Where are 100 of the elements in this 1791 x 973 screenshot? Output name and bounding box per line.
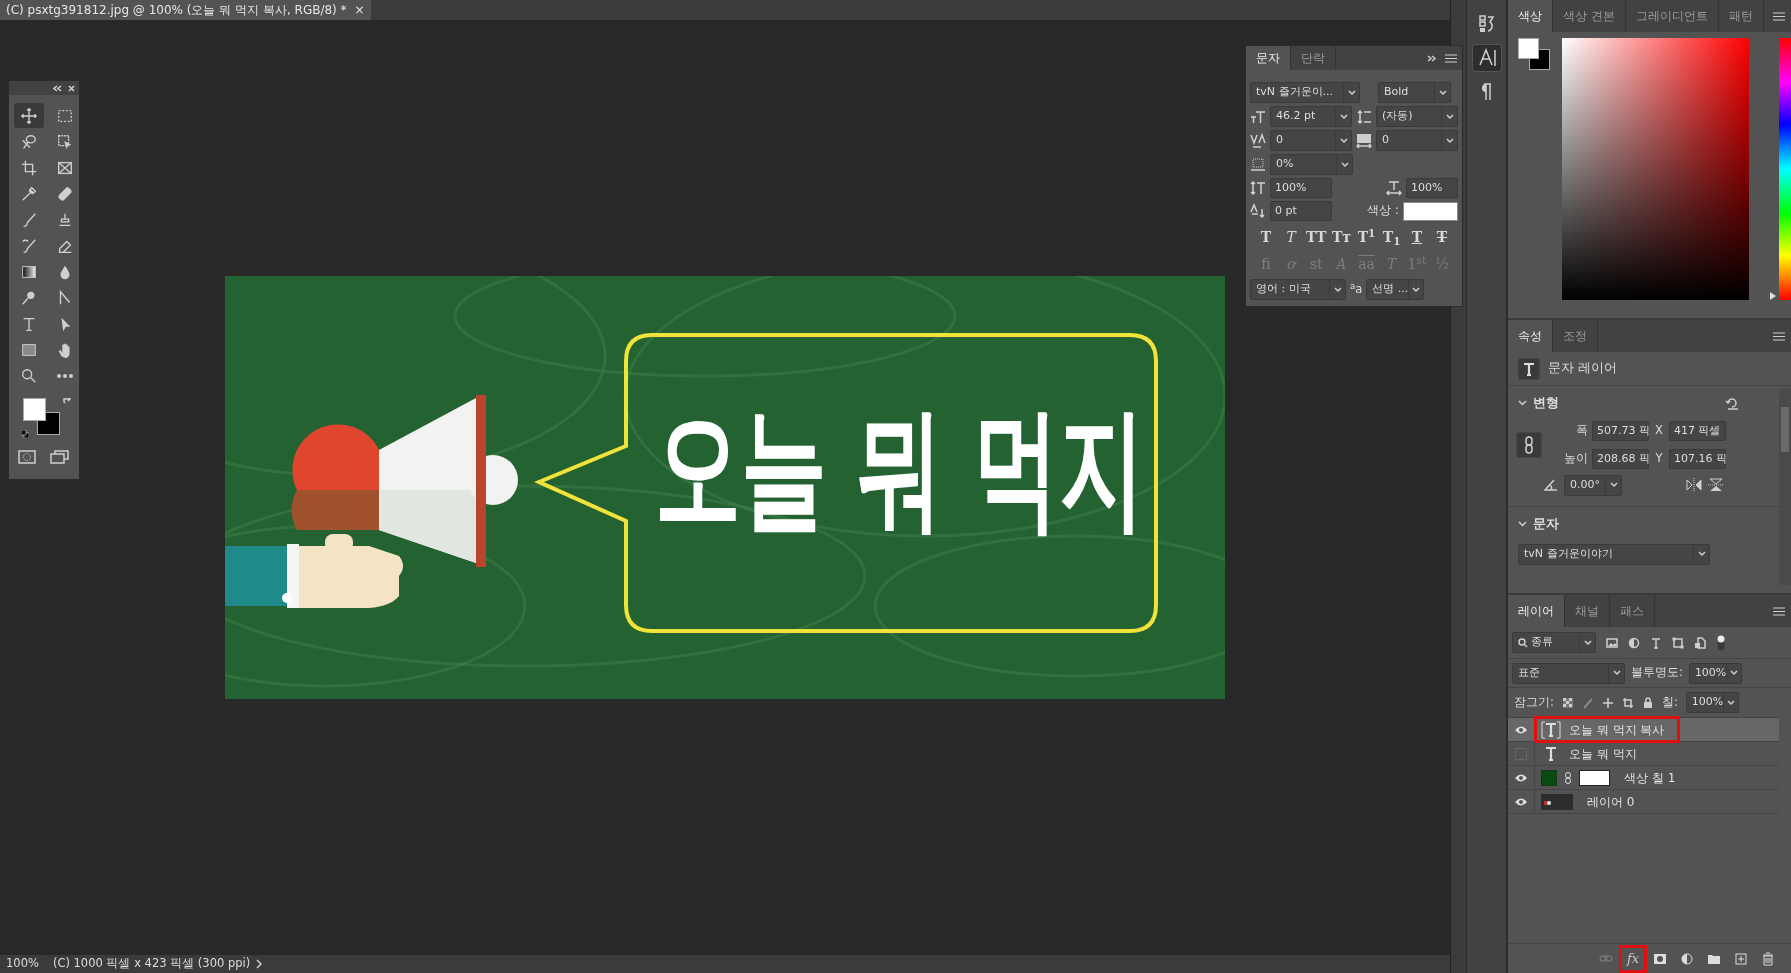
angle-dropdown[interactable]: 0.00° bbox=[1564, 474, 1622, 496]
eye-icon[interactable] bbox=[1514, 796, 1528, 807]
field-label: 높이 bbox=[1563, 450, 1589, 468]
vertical-scale-field[interactable]: 100% bbox=[1270, 178, 1332, 198]
field-label: 폭 bbox=[1575, 422, 1589, 440]
transparency-lock-icon[interactable] bbox=[1561, 696, 1574, 709]
section-title: 문자 bbox=[1533, 514, 1559, 533]
height-field[interactable]: 208.68 픽 bbox=[1592, 448, 1649, 469]
panel-tab[interactable]: 색상 견본 bbox=[1553, 0, 1626, 32]
panel-tab[interactable]: 문자 bbox=[1246, 46, 1291, 70]
close-button[interactable]: × bbox=[354, 1, 365, 19]
horizontal-scale-field[interactable]: 100% bbox=[1406, 178, 1458, 198]
style-button[interactable]: T bbox=[1254, 226, 1278, 248]
chevron-icon[interactable] bbox=[1518, 400, 1527, 407]
fill-dropdown[interactable]: 100% bbox=[1685, 692, 1739, 713]
style-button[interactable]: Tᴛ bbox=[1329, 226, 1354, 248]
color-swatch[interactable] bbox=[1403, 201, 1458, 221]
quick-mask-icon[interactable] bbox=[18, 450, 36, 464]
width-field[interactable]: 507.73 픽 bbox=[1592, 420, 1649, 441]
font-size-dropdown[interactable]: 46.2 pt bbox=[1270, 106, 1352, 127]
caret-icon bbox=[1583, 639, 1592, 646]
language-dropdown[interactable]: 영어 : 미국 bbox=[1250, 279, 1346, 300]
fx-button[interactable]: fx bbox=[1622, 947, 1644, 970]
panel-tab[interactable]: 조정 bbox=[1553, 320, 1598, 352]
document-tab[interactable]: (C) psxtg391812.jpg @ 100% (오늘 뭐 먹지 복사, RGB/8) * × bbox=[0, 0, 371, 20]
leading-icon bbox=[1356, 108, 1372, 125]
tracking-dropdown[interactable]: 0 bbox=[1376, 130, 1458, 151]
filter-dropdown[interactable]: 종류 bbox=[1512, 632, 1596, 653]
color-swatches-drawing[interactable] bbox=[1518, 38, 1550, 70]
style-button[interactable]: TT bbox=[1304, 226, 1329, 248]
chevron-icon[interactable] bbox=[256, 959, 263, 969]
layer-row[interactable]: 오늘 뭐 먹지 bbox=[1508, 742, 1779, 766]
color-swatches-drawing[interactable] bbox=[23, 398, 60, 435]
image-filter-icon[interactable] bbox=[1606, 636, 1618, 649]
expand-icon[interactable] bbox=[1427, 54, 1437, 62]
layer-name: 색상 칠 1 bbox=[1624, 769, 1676, 787]
link-icon[interactable] bbox=[1516, 431, 1542, 458]
layer-thumbnail bbox=[1541, 793, 1573, 810]
font-style-dropdown[interactable]: Bold bbox=[1378, 82, 1451, 103]
panel-tab[interactable]: 채널 bbox=[1565, 595, 1610, 627]
panel-tab[interactable]: 패스 bbox=[1610, 595, 1655, 627]
move-lock-icon[interactable] bbox=[1601, 696, 1614, 709]
type-filter-icon[interactable] bbox=[1650, 636, 1662, 649]
panel-tab[interactable]: 레이어 bbox=[1508, 595, 1565, 627]
baseline-shift-field[interactable]: 0 pt bbox=[1270, 201, 1332, 221]
tsume-dropdown[interactable]: 0% bbox=[1270, 154, 1353, 175]
eyedropper-icon bbox=[20, 184, 38, 203]
style-button[interactable]: T$^{1}$ bbox=[1354, 226, 1379, 248]
panel-tab[interactable]: 단락 bbox=[1291, 46, 1336, 70]
hue-slider[interactable] bbox=[1767, 38, 1791, 300]
panel-tab[interactable]: 패턴 bbox=[1718, 0, 1764, 32]
y-field[interactable]: 107.16 픽 bbox=[1669, 448, 1726, 469]
caret-icon bbox=[1730, 670, 1739, 676]
artboard-lock-icon[interactable] bbox=[1621, 696, 1634, 709]
opacity-dropdown[interactable]: 100% bbox=[1688, 662, 1742, 684]
style-button[interactable]: T bbox=[1430, 226, 1454, 248]
tool-button[interactable] bbox=[14, 103, 44, 128]
text-layer-icon bbox=[1541, 720, 1561, 739]
x-field[interactable]: 417 픽셀 bbox=[1669, 420, 1726, 441]
scrollbar[interactable] bbox=[1779, 389, 1791, 585]
selection-icon bbox=[56, 132, 74, 151]
leading-dropdown[interactable]: (자동) bbox=[1376, 106, 1458, 127]
kerning-dropdown[interactable]: 0 bbox=[1270, 130, 1352, 151]
style-button[interactable]: T$_{1}$ bbox=[1379, 226, 1404, 248]
panel-tab[interactable]: 속성 bbox=[1508, 320, 1553, 352]
close-icon[interactable] bbox=[68, 84, 75, 92]
font-dropdown[interactable]: tvN 즐거운이야기 bbox=[1518, 543, 1710, 565]
mask-icon bbox=[1653, 951, 1667, 966]
layer-row[interactable]: 오늘 뭐 먹지 복사 bbox=[1508, 718, 1779, 742]
flip-vertical-icon[interactable] bbox=[1708, 478, 1724, 493]
search-icon bbox=[1518, 637, 1528, 648]
crop-icon bbox=[20, 158, 38, 177]
reset-icon[interactable] bbox=[1725, 396, 1739, 410]
zoom-level: 100% bbox=[6, 955, 39, 973]
default-colors-icon[interactable] bbox=[21, 430, 29, 438]
antialias-dropdown[interactable]: 선명 ... bbox=[1366, 279, 1425, 300]
color-label: 색상 : bbox=[1367, 202, 1399, 220]
shape-filter-icon[interactable] bbox=[1672, 636, 1684, 649]
style-button[interactable]: T bbox=[1279, 226, 1304, 248]
font-family-dropdown[interactable]: tvN 즐거운이... bbox=[1250, 82, 1360, 103]
eye-icon[interactable] bbox=[1514, 724, 1528, 735]
panel-tab[interactable]: 색상 bbox=[1508, 0, 1553, 32]
chevron-icon[interactable] bbox=[1518, 521, 1527, 528]
slider-thumb[interactable] bbox=[1769, 292, 1777, 300]
panel-tab[interactable]: 그레이디언트 bbox=[1625, 0, 1719, 32]
lock-icon[interactable] bbox=[1641, 696, 1654, 709]
filter-toggle[interactable] bbox=[1716, 633, 1726, 652]
adjustment-filter-icon[interactable] bbox=[1628, 636, 1640, 649]
layer-row[interactable]: 색상 칠 1 bbox=[1508, 766, 1779, 790]
screen-mode-icon[interactable] bbox=[50, 450, 70, 464]
panel-button[interactable] bbox=[1471, 44, 1502, 72]
eye-icon[interactable] bbox=[1514, 772, 1528, 783]
smart-filter-icon[interactable] bbox=[1694, 636, 1706, 649]
caret-icon bbox=[1333, 286, 1342, 293]
layer-row[interactable]: 레이어 0 bbox=[1508, 790, 1779, 814]
blend-mode-dropdown[interactable]: 표준 bbox=[1512, 662, 1625, 684]
flip-horizontal-icon[interactable] bbox=[1686, 478, 1702, 493]
collapse-icon[interactable] bbox=[53, 84, 62, 92]
tsume-icon bbox=[1250, 156, 1266, 173]
style-button[interactable]: T bbox=[1404, 226, 1429, 248]
